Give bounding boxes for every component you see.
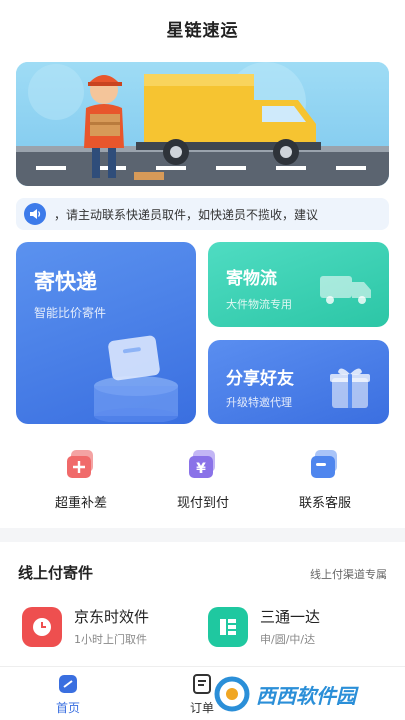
delivery-illustration bbox=[16, 62, 389, 186]
page-title: 星链速运 bbox=[166, 20, 239, 41]
card-title: 分享好友 bbox=[226, 369, 294, 389]
yen-card-icon: ¥ bbox=[185, 446, 221, 482]
jd-express-service[interactable]: 京东时效件 1小时上门取件 bbox=[22, 606, 149, 647]
pay-options-button[interactable]: ¥ 现付到付 bbox=[148, 446, 258, 511]
watermark-text: 西西软件园 bbox=[256, 683, 356, 708]
service-card-icon bbox=[307, 446, 343, 482]
svg-text:¥: ¥ bbox=[196, 461, 206, 477]
app-header: 星链速运 bbox=[0, 0, 405, 56]
notice-text: ，请主动联系快递员取件，如快递员不揽收，建议 bbox=[54, 207, 319, 222]
site-watermark: 西西软件园 bbox=[214, 674, 394, 714]
card-subtitle: 智能比价寄件 bbox=[34, 306, 107, 320]
speaker-icon bbox=[24, 203, 46, 225]
quick-label: 联系客服 bbox=[298, 496, 351, 511]
plus-card-icon bbox=[63, 446, 99, 482]
quick-label: 现付到付 bbox=[176, 496, 229, 511]
app-screen: 星链速运 ，请主动联系快递员取件，如快递员不揽收，建议 寄快递 智能比价寄件 寄… bbox=[0, 0, 405, 720]
box-illustration-icon bbox=[94, 335, 178, 422]
service-desc: 申/圆/中/达 bbox=[260, 633, 316, 646]
service-desc: 1小时上门取件 bbox=[74, 633, 147, 646]
tab-label: 订单 bbox=[189, 701, 214, 715]
card-subtitle: 升级特邀代理 bbox=[226, 396, 292, 409]
share-friends-card[interactable]: 分享好友 升级特邀代理 bbox=[208, 340, 389, 424]
quick-label: 超重补差 bbox=[54, 496, 107, 511]
notice-bar[interactable]: ，请主动联系快递员取件，如快递员不揽收，建议 bbox=[16, 198, 389, 230]
service-name: 京东时效件 bbox=[74, 608, 150, 626]
section-subtitle: 线上付渠道专属 bbox=[310, 568, 387, 581]
send-logistics-card[interactable]: 寄物流 大件物流专用 bbox=[208, 242, 389, 327]
card-subtitle: 大件物流专用 bbox=[226, 298, 292, 311]
contact-support-button[interactable]: 联系客服 bbox=[270, 446, 380, 511]
tab-label: 首页 bbox=[55, 701, 80, 715]
card-title: 寄物流 bbox=[226, 269, 277, 289]
sto-yto-zto-yunda-service[interactable]: 三通一达 申/圆/中/达 bbox=[208, 606, 320, 647]
promo-banner[interactable] bbox=[16, 62, 389, 186]
orders-icon bbox=[193, 674, 211, 694]
overweight-payment-button[interactable]: 超重补差 bbox=[26, 446, 136, 511]
grid-icon bbox=[208, 606, 248, 647]
service-name: 三通一达 bbox=[260, 608, 321, 626]
truck-icon bbox=[320, 276, 371, 304]
watermark-logo-icon bbox=[214, 676, 250, 712]
tab-home[interactable]: 首页 bbox=[38, 673, 98, 716]
send-express-card[interactable]: 寄快递 智能比价寄件 bbox=[16, 242, 196, 424]
card-title: 寄快递 bbox=[34, 270, 97, 294]
gift-icon bbox=[330, 368, 370, 408]
clock-icon bbox=[22, 606, 62, 647]
section-title: 线上付寄件 bbox=[18, 564, 94, 582]
home-icon bbox=[59, 675, 77, 693]
